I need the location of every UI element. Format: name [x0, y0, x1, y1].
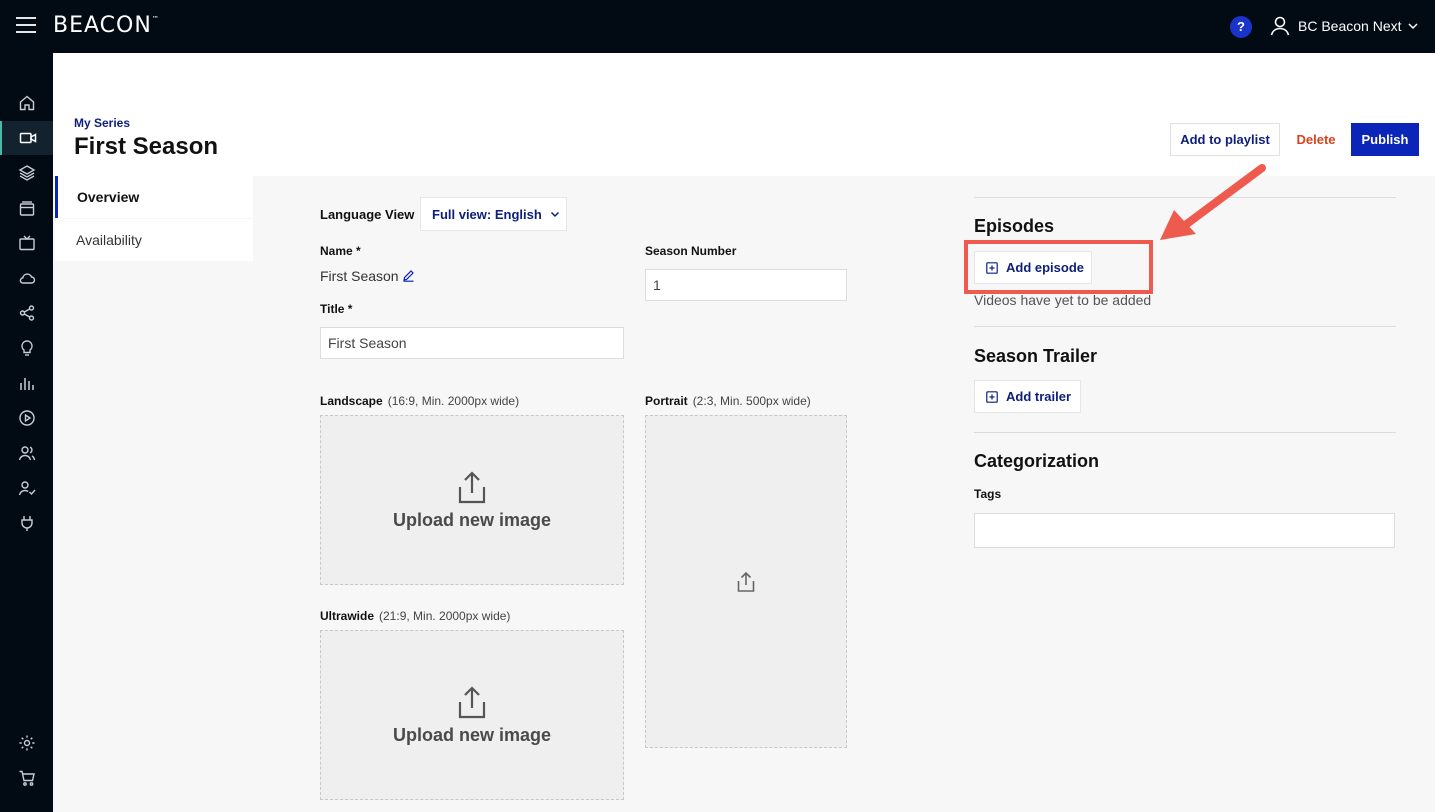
ultrawide-hint: (21:9, Min. 2000px wide)	[379, 609, 511, 623]
season-number-label: Season Number	[645, 244, 737, 258]
upload-icon	[458, 470, 486, 503]
add-square-icon	[986, 390, 998, 403]
brand-name: BEACON	[53, 13, 152, 38]
upload-new-image-text: Upload new image	[392, 724, 552, 745]
landscape-upload-dropzone[interactable]: Upload new image	[320, 415, 624, 585]
cart-icon	[19, 770, 35, 786]
publish-button[interactable]: Publish	[1351, 123, 1419, 156]
nav-cart[interactable]	[0, 761, 53, 795]
landscape-label: Landscape (16:9, Min. 2000px wide)	[320, 394, 519, 408]
episodes-heading: Episodes	[974, 216, 1055, 236]
nav-integrations[interactable]	[0, 506, 53, 540]
user-check-icon	[18, 481, 36, 496]
trademark-mark: ™	[151, 15, 160, 23]
nav-users[interactable]	[0, 436, 53, 470]
plug-icon	[20, 516, 33, 531]
episodes-empty-message: Videos have yet to be added	[974, 292, 1152, 308]
nav-user-check[interactable]	[0, 471, 53, 505]
season-number-input[interactable]: 1	[645, 269, 847, 301]
upload-icon	[458, 685, 486, 718]
nav-settings[interactable]	[0, 726, 53, 760]
name-label: Name *	[320, 244, 361, 258]
nav-analytics[interactable]	[0, 366, 53, 400]
play-circle-icon	[18, 410, 35, 426]
nav-layers[interactable]	[0, 156, 53, 190]
nav-video[interactable]	[0, 121, 53, 155]
tags-label: Tags	[974, 487, 1002, 501]
portrait-hint: (2:3, Min. 500px wide)	[692, 394, 811, 408]
annotation-highlight-box	[964, 240, 1153, 294]
home-icon	[19, 95, 34, 111]
chevron-down-icon	[550, 211, 559, 218]
title-input[interactable]: First Season	[320, 327, 624, 359]
nav-collection[interactable]	[0, 191, 53, 225]
layers-icon	[18, 165, 35, 181]
share-icon	[19, 305, 34, 321]
season-trailer-heading: Season Trailer	[974, 346, 1098, 366]
nav-cloud[interactable]	[0, 261, 53, 295]
user-icon[interactable]	[1268, 14, 1292, 38]
divider	[974, 432, 1396, 433]
video-icon	[19, 132, 36, 144]
divider	[974, 326, 1396, 327]
collection-icon	[19, 201, 34, 216]
analytics-icon	[19, 378, 34, 390]
nav-player[interactable]	[0, 401, 53, 435]
nav-tv[interactable]	[0, 226, 53, 260]
hamburger-menu-icon[interactable]	[16, 17, 36, 35]
add-to-playlist-button[interactable]: Add to playlist	[1170, 123, 1280, 156]
ultrawide-upload-dropzone[interactable]: Upload new image	[320, 630, 624, 800]
breadcrumb[interactable]: My Series	[74, 116, 130, 130]
tab-availability[interactable]: Availability	[55, 219, 253, 261]
categorization-heading: Categorization	[974, 451, 1100, 471]
portrait-label-text: Portrait	[645, 394, 688, 408]
user-name[interactable]: BC Beacon Next	[1298, 18, 1402, 34]
ultrawide-label-text: Ultrawide	[320, 609, 375, 623]
add-trailer-label: Add trailer	[1006, 389, 1072, 404]
nav-share[interactable]	[0, 296, 53, 330]
landscape-label-text: Landscape	[320, 394, 383, 408]
pencil-icon[interactable]	[402, 269, 415, 282]
gear-icon	[19, 735, 34, 751]
brand-logo[interactable]: BEACON™	[53, 13, 160, 38]
name-value: First Season	[320, 268, 399, 284]
tags-input[interactable]	[974, 513, 1395, 548]
tv-icon	[18, 235, 35, 251]
portrait-label: Portrait (2:3, Min. 500px wide)	[645, 394, 811, 408]
language-view-value: Full view: English	[432, 206, 542, 222]
delete-button[interactable]: Delete	[1290, 123, 1342, 156]
lightbulb-icon	[20, 340, 33, 356]
language-view-select[interactable]: Full view: English	[420, 197, 567, 231]
title-label: Title *	[320, 302, 353, 316]
nav-insights[interactable]	[0, 331, 53, 365]
add-trailer-button[interactable]: Add trailer	[974, 380, 1081, 413]
upload-icon	[737, 571, 755, 592]
nav-home[interactable]	[0, 86, 53, 120]
tab-overview[interactable]: Overview	[55, 176, 253, 218]
users-icon	[18, 446, 35, 461]
page-title: First Season	[74, 133, 219, 160]
annotation-arrow-icon	[1160, 164, 1266, 240]
upload-new-image-text: Upload new image	[392, 509, 552, 530]
language-view-label: Language View	[320, 207, 415, 222]
portrait-upload-dropzone[interactable]	[645, 415, 847, 748]
page-header	[53, 53, 1435, 176]
chevron-down-icon[interactable]	[1407, 20, 1419, 32]
top-bar: BEACON™ ? BC Beacon Next	[0, 0, 1435, 53]
cloud-icon	[19, 273, 35, 284]
help-icon[interactable]: ?	[1230, 16, 1252, 38]
landscape-hint: (16:9, Min. 2000px wide)	[387, 394, 520, 408]
ultrawide-label: Ultrawide (21:9, Min. 2000px wide)	[320, 609, 510, 623]
sidebar-nav	[0, 53, 53, 812]
